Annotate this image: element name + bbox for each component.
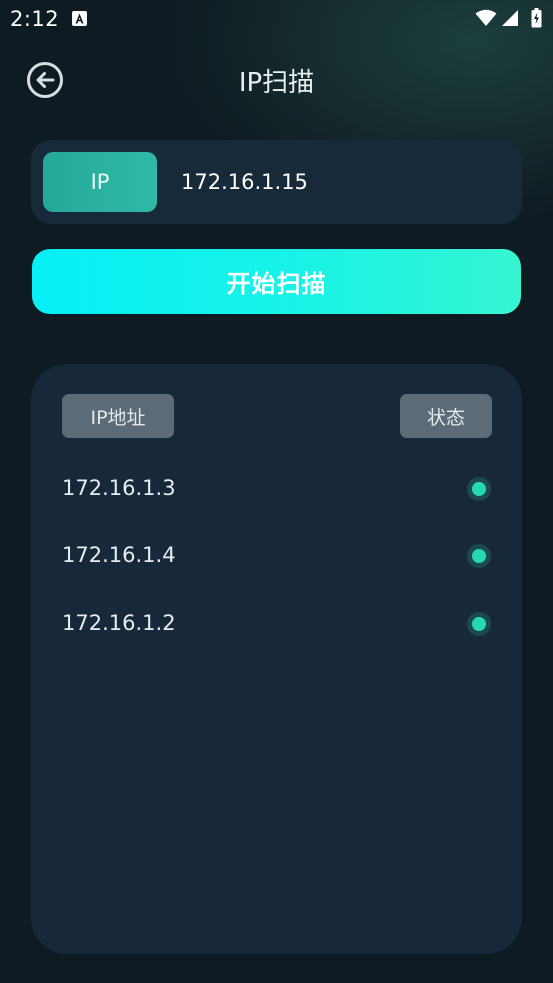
result-ip: 172.16.1.3 (62, 476, 176, 500)
cellular-signal-icon (501, 9, 519, 31)
status-online-indicator-icon (467, 612, 491, 636)
result-row[interactable]: 172.16.1.3 (31, 468, 522, 508)
ip-label-button[interactable]: IP (43, 152, 157, 212)
battery-charging-icon (531, 8, 542, 32)
result-ip: 172.16.1.4 (62, 543, 176, 567)
column-header-ip-address: IP地址 (62, 394, 174, 438)
column-header-status: 状态 (400, 394, 492, 438)
status-time: 2:12 (10, 7, 60, 31)
status-bar: 2:12 (0, 0, 553, 38)
start-scan-button[interactable]: 开始扫描 (32, 249, 521, 314)
status-online-indicator-icon (467, 544, 491, 568)
result-ip: 172.16.1.2 (62, 611, 176, 635)
status-online-indicator-icon (467, 477, 491, 501)
result-row[interactable]: 172.16.1.4 (31, 535, 522, 575)
page-title: IP扫描 (238, 68, 315, 98)
ip-address-input[interactable] (175, 152, 505, 212)
result-row[interactable]: 172.16.1.2 (31, 603, 522, 643)
wifi-icon (475, 9, 497, 31)
accessibility-notification-icon (72, 11, 87, 26)
ip-input-card: IP (31, 140, 522, 224)
scan-results-panel: IP地址 状态 172.16.1.3 172.16.1.4 172.16.1.2 (31, 364, 522, 954)
